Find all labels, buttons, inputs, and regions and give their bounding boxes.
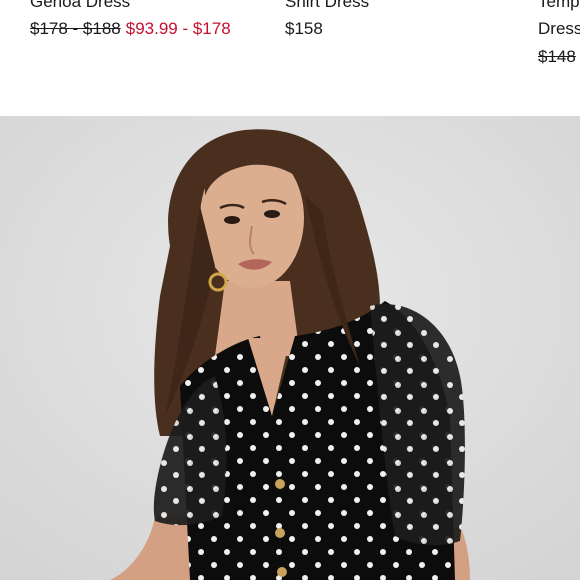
product-name[interactable]: Shirt Dress xyxy=(285,0,369,12)
product-price: $158 xyxy=(285,19,323,38)
product-image[interactable] xyxy=(0,116,580,580)
product-row: Genoa Dress $178 - $188 $93.99 - $178 Shi… xyxy=(0,0,580,116)
original-price: $148 xyxy=(538,47,576,66)
product-name[interactable]: Genoa Dress xyxy=(30,0,130,12)
model-photo xyxy=(0,116,580,580)
product-price: $178 - $188 $93.99 - $178 xyxy=(30,19,231,39)
sale-price: $93.99 - $178 xyxy=(125,19,231,38)
original-price: $178 - $188 xyxy=(30,19,121,38)
product-name-line2[interactable]: Dress xyxy=(538,19,580,39)
product-name[interactable]: Temp xyxy=(538,0,580,12)
